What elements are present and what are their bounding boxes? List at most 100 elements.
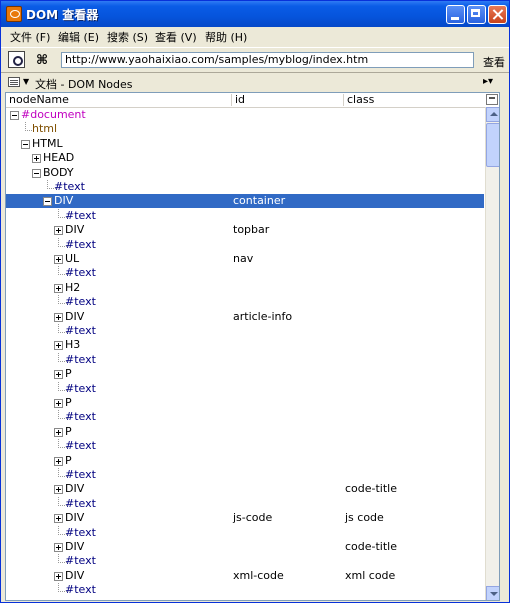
tree-row[interactable]: P — [6, 454, 484, 468]
tree-row[interactable]: DIV js-code js code — [6, 511, 484, 525]
tree-row[interactable]: #text — [6, 410, 484, 424]
inspect-element-icon[interactable] — [8, 51, 25, 68]
menu-edit[interactable]: 编辑 (E) — [58, 29, 99, 45]
tree-row[interactable]: #text — [6, 295, 484, 309]
tree-row[interactable]: #document — [6, 108, 484, 122]
menu-view[interactable]: 查看 (V) — [155, 29, 197, 45]
close-button[interactable] — [488, 5, 507, 24]
node-class: code-title — [345, 540, 398, 553]
node-name: #text — [65, 439, 96, 453]
node-name: #text — [65, 381, 96, 395]
expand-twisty-icon[interactable] — [54, 456, 63, 466]
node-class: xml code — [345, 568, 396, 582]
minimize-button[interactable] — [446, 5, 465, 24]
expand-twisty-icon[interactable] — [54, 312, 63, 322]
collapse-twisty-icon[interactable] — [21, 139, 30, 149]
menu-help[interactable]: 帮助 (H) — [205, 29, 247, 45]
expand-twisty-icon[interactable] — [54, 514, 63, 524]
node-name: HEAD — [43, 151, 75, 165]
panel-nav-icon[interactable]: ▸▾ — [483, 76, 493, 87]
expand-twisty-icon[interactable] — [54, 370, 63, 380]
expand-twisty-icon[interactable] — [54, 571, 63, 581]
url-field[interactable]: http://www.yaohaixiao.com/samples/myblog… — [61, 52, 474, 68]
node-name: P — [65, 424, 72, 438]
node-name: #text — [65, 468, 96, 481]
tree-row[interactable]: #text — [6, 237, 484, 252]
toolbar: ⌘ http://www.yaohaixiao.com/samples/mybl… — [1, 47, 509, 72]
tree-row[interactable]: DIV xml-code xml code — [6, 569, 484, 583]
find-binoculars-icon[interactable]: ⌘ — [36, 53, 48, 68]
scroll-down-arrow-icon[interactable] — [486, 586, 499, 600]
node-name: DIV — [65, 511, 85, 525]
node-id: topbar — [233, 223, 270, 237]
tree-row[interactable]: P — [6, 367, 484, 381]
menu-file[interactable]: 文件 (F) — [10, 29, 50, 45]
node-name: html — [32, 122, 58, 136]
tree-row[interactable]: DIV topbar — [6, 223, 484, 237]
tree-row[interactable]: H3 — [6, 338, 484, 352]
column-nodename[interactable]: nodeName — [6, 93, 230, 107]
menu-bar: 文件 (F) 编辑 (E) 搜索 (S) 查看 (V) 帮助 (H) — [1, 27, 509, 45]
scroll-thumb[interactable] — [486, 123, 499, 167]
window-title: DOM 查看器 — [26, 8, 99, 22]
expand-twisty-icon[interactable] — [54, 283, 63, 293]
node-class: code-title — [345, 482, 398, 496]
tree-row[interactable]: DIV code-title — [6, 540, 484, 554]
tree-row[interactable]: #text — [6, 439, 484, 453]
column-picker-icon[interactable] — [486, 94, 498, 105]
node-name: HTML — [32, 136, 63, 150]
tree-row[interactable]: #text — [6, 266, 484, 280]
expand-twisty-icon[interactable] — [54, 485, 63, 495]
tree-row[interactable]: HEAD — [6, 151, 484, 165]
expand-twisty-icon[interactable] — [54, 226, 63, 236]
dom-node-tree[interactable]: nodeName id class #document html HTML HEAD B… — [5, 92, 500, 601]
tree-row[interactable]: #text — [6, 352, 484, 367]
node-name: H2 — [65, 280, 81, 294]
collapse-twisty-icon[interactable] — [10, 111, 19, 120]
column-class[interactable]: class — [344, 93, 484, 107]
tree-row[interactable]: DIV code-title — [6, 482, 484, 496]
node-name: #text — [65, 352, 96, 366]
tree-row[interactable]: #text — [6, 468, 484, 482]
node-name: #text — [65, 266, 96, 280]
panel-dropdown-icon[interactable]: ▼ — [23, 77, 29, 86]
node-name: #text — [65, 583, 96, 597]
tree-row[interactable]: #text — [6, 208, 484, 223]
tree-row[interactable]: H2 — [6, 281, 484, 295]
tree-row[interactable]: html — [6, 122, 484, 136]
tree-row[interactable]: DIV container — [6, 194, 484, 209]
node-name: DIV — [54, 194, 74, 208]
expand-twisty-icon[interactable] — [54, 427, 63, 437]
column-id[interactable]: id — [232, 93, 344, 107]
expand-twisty-icon[interactable] — [54, 543, 63, 552]
expand-twisty-icon[interactable] — [54, 399, 63, 408]
expand-twisty-icon[interactable] — [54, 341, 63, 351]
tree-row[interactable]: #text — [6, 496, 484, 511]
node-id: js-code — [233, 511, 273, 525]
tree-row[interactable]: DIV article-info — [6, 310, 484, 324]
expand-twisty-icon[interactable] — [54, 255, 63, 264]
maximize-button[interactable] — [467, 5, 486, 24]
tree-row[interactable]: #text — [6, 381, 484, 396]
tree-row[interactable]: #text — [6, 554, 484, 568]
menu-search[interactable]: 搜索 (S) — [107, 29, 148, 45]
node-name: #text — [65, 525, 96, 539]
tree-row[interactable]: UL nav — [6, 252, 484, 266]
node-name: P — [65, 396, 72, 409]
expand-twisty-icon[interactable] — [32, 154, 41, 164]
tree-row[interactable]: P — [6, 396, 484, 410]
tree-row[interactable]: P — [6, 425, 484, 439]
inspect-url-button[interactable]: 查看 — [483, 54, 505, 70]
title-bar[interactable]: DOM 查看器 — [1, 1, 509, 27]
tree-row[interactable]: HTML — [6, 137, 484, 151]
collapse-twisty-icon[interactable] — [32, 168, 41, 178]
tree-row[interactable]: #text — [6, 525, 484, 540]
panel-list-icon[interactable] — [8, 77, 20, 87]
scroll-up-arrow-icon[interactable] — [486, 107, 499, 122]
tree-row[interactable]: #text — [6, 583, 484, 597]
collapse-twisty-icon[interactable] — [43, 197, 52, 207]
vertical-scrollbar[interactable] — [485, 107, 499, 600]
tree-row[interactable]: #text — [6, 324, 484, 338]
tree-row[interactable]: #text — [6, 180, 484, 194]
tree-row[interactable]: BODY — [6, 166, 484, 180]
